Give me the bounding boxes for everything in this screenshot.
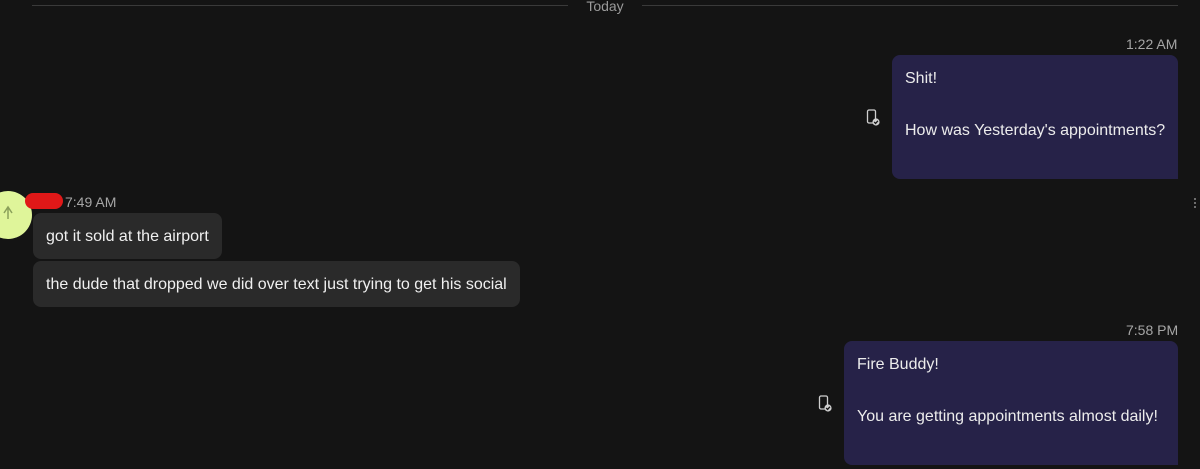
message-text: You are getting appointments almost dail… [857, 408, 1158, 425]
divider-line-right [642, 5, 1178, 6]
message-text: the dude that dropped we did over text j… [46, 276, 507, 293]
outgoing-message-bubble[interactable]: Shit! How was Yesterday's appointments? [892, 55, 1178, 179]
redacted-sender-name [25, 193, 63, 209]
message-timestamp: 1:22 AM [1126, 36, 1178, 52]
message-timestamp: 7:58 PM [1126, 322, 1179, 338]
divider-line-left [32, 5, 568, 6]
more-vertical-icon[interactable] [1193, 198, 1197, 212]
outgoing-message-bubble[interactable]: Fire Buddy! You are getting appointments… [844, 341, 1178, 465]
phone-check-icon [818, 395, 832, 413]
message-text: got it sold at the airport [46, 228, 209, 245]
message-timestamp: 7:49 AM [65, 194, 117, 210]
incoming-message-bubble[interactable]: got it sold at the airport [33, 213, 222, 259]
date-divider-label: Today [586, 0, 624, 14]
incoming-message-bubble[interactable]: the dude that dropped we did over text j… [33, 261, 520, 307]
phone-check-icon [866, 109, 880, 127]
message-text: Fire Buddy! [857, 356, 939, 373]
message-text: Shit! [905, 70, 938, 87]
message-text: How was Yesterday's appointments? [905, 122, 1166, 139]
